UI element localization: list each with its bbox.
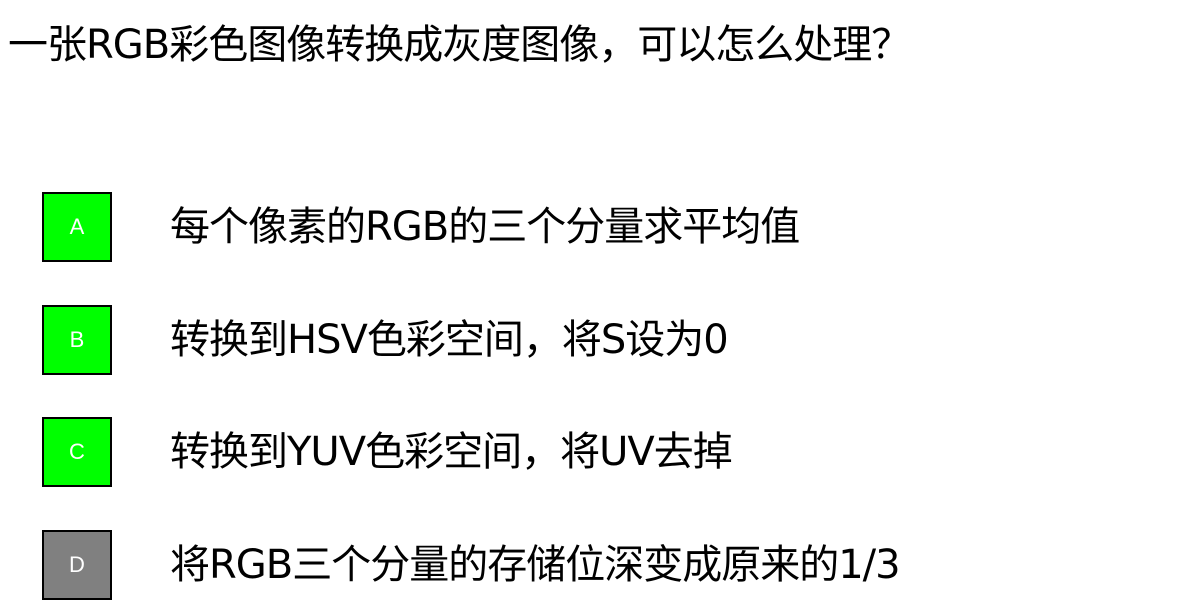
- question-title: 一张RGB彩色图像转换成灰度图像，可以怎么处理？: [8, 22, 911, 68]
- option-a-text: 每个像素的RGB的三个分量求平均值: [170, 204, 800, 250]
- option-c-text: 转换到YUV色彩空间，将UV去掉: [170, 429, 733, 475]
- option-b-badge[interactable]: B: [42, 305, 112, 375]
- option-a[interactable]: A 每个像素的RGB的三个分量求平均值: [42, 192, 1142, 262]
- option-d-text: 将RGB三个分量的存储位深变成原来的1/3: [170, 542, 901, 588]
- option-d-badge[interactable]: D: [42, 530, 112, 600]
- option-a-badge[interactable]: A: [42, 192, 112, 262]
- option-c-badge[interactable]: C: [42, 417, 112, 487]
- option-c[interactable]: C 转换到YUV色彩空间，将UV去掉: [42, 417, 1142, 487]
- option-d[interactable]: D 将RGB三个分量的存储位深变成原来的1/3: [42, 530, 1142, 600]
- option-b-text: 转换到HSV色彩空间，将S设为0: [170, 317, 729, 363]
- option-b[interactable]: B 转换到HSV色彩空间，将S设为0: [42, 305, 1142, 375]
